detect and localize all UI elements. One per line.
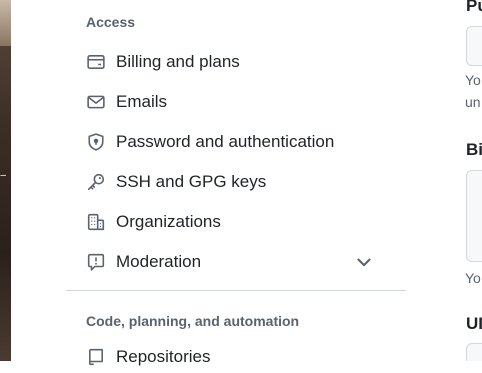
bio-textarea[interactable] (466, 170, 482, 262)
profile-form-partial: Pu Yo un Bi Yo UI (465, 0, 482, 361)
url-input[interactable] (466, 343, 482, 361)
key-icon (80, 166, 112, 198)
background-highlight (0, 0, 11, 46)
sidebar-item-label: Repositories (116, 347, 211, 366)
section-divider (66, 290, 406, 291)
sidebar-item-label: Billing and plans (116, 52, 240, 71)
shield-lock-icon (80, 126, 112, 158)
sidebar-item-label: Emails (116, 92, 168, 111)
sidebar-item-label: Moderation (116, 252, 202, 271)
sidebar-item-label: Organizations (116, 212, 221, 231)
report-icon (80, 246, 112, 278)
sidebar-item-label: Password and authentication (116, 132, 335, 151)
background-edge: − (0, 0, 11, 361)
field-heading-url: UI (466, 314, 482, 333)
sidebar-item-organizations[interactable]: Organizations (78, 206, 394, 238)
field-help-text: un (465, 94, 481, 110)
field-heading-bio: Bi (466, 140, 482, 159)
background-glyph: − (0, 170, 7, 182)
repo-icon (80, 341, 112, 373)
section-heading-access: Access (86, 14, 136, 30)
public-email-select[interactable] (466, 26, 482, 66)
sidebar-item-password-and-authentication[interactable]: Password and authentication (78, 126, 394, 158)
field-help-text: Yo (465, 270, 481, 286)
chevron-down-icon[interactable] (354, 252, 374, 272)
organization-icon (80, 206, 112, 238)
sidebar-item-moderation[interactable]: Moderation (78, 246, 394, 278)
field-help-text: Yo (465, 72, 481, 88)
sidebar-item-repositories[interactable]: Repositories (78, 341, 394, 373)
sidebar-item-billing-and-plans[interactable]: Billing and plans (78, 46, 394, 78)
section-heading-code-planning-automation: Code, planning, and automation (86, 313, 300, 329)
settings-sidebar: Access Billing and plans Emails Password… (66, 0, 406, 366)
field-heading-public: Pu (466, 0, 482, 15)
sidebar-item-emails[interactable]: Emails (78, 86, 394, 118)
sidebar-item-ssh-and-gpg-keys[interactable]: SSH and GPG keys (78, 166, 394, 198)
credit-card-icon (80, 46, 112, 78)
mail-icon (80, 86, 112, 118)
sidebar-item-label: SSH and GPG keys (116, 172, 267, 191)
